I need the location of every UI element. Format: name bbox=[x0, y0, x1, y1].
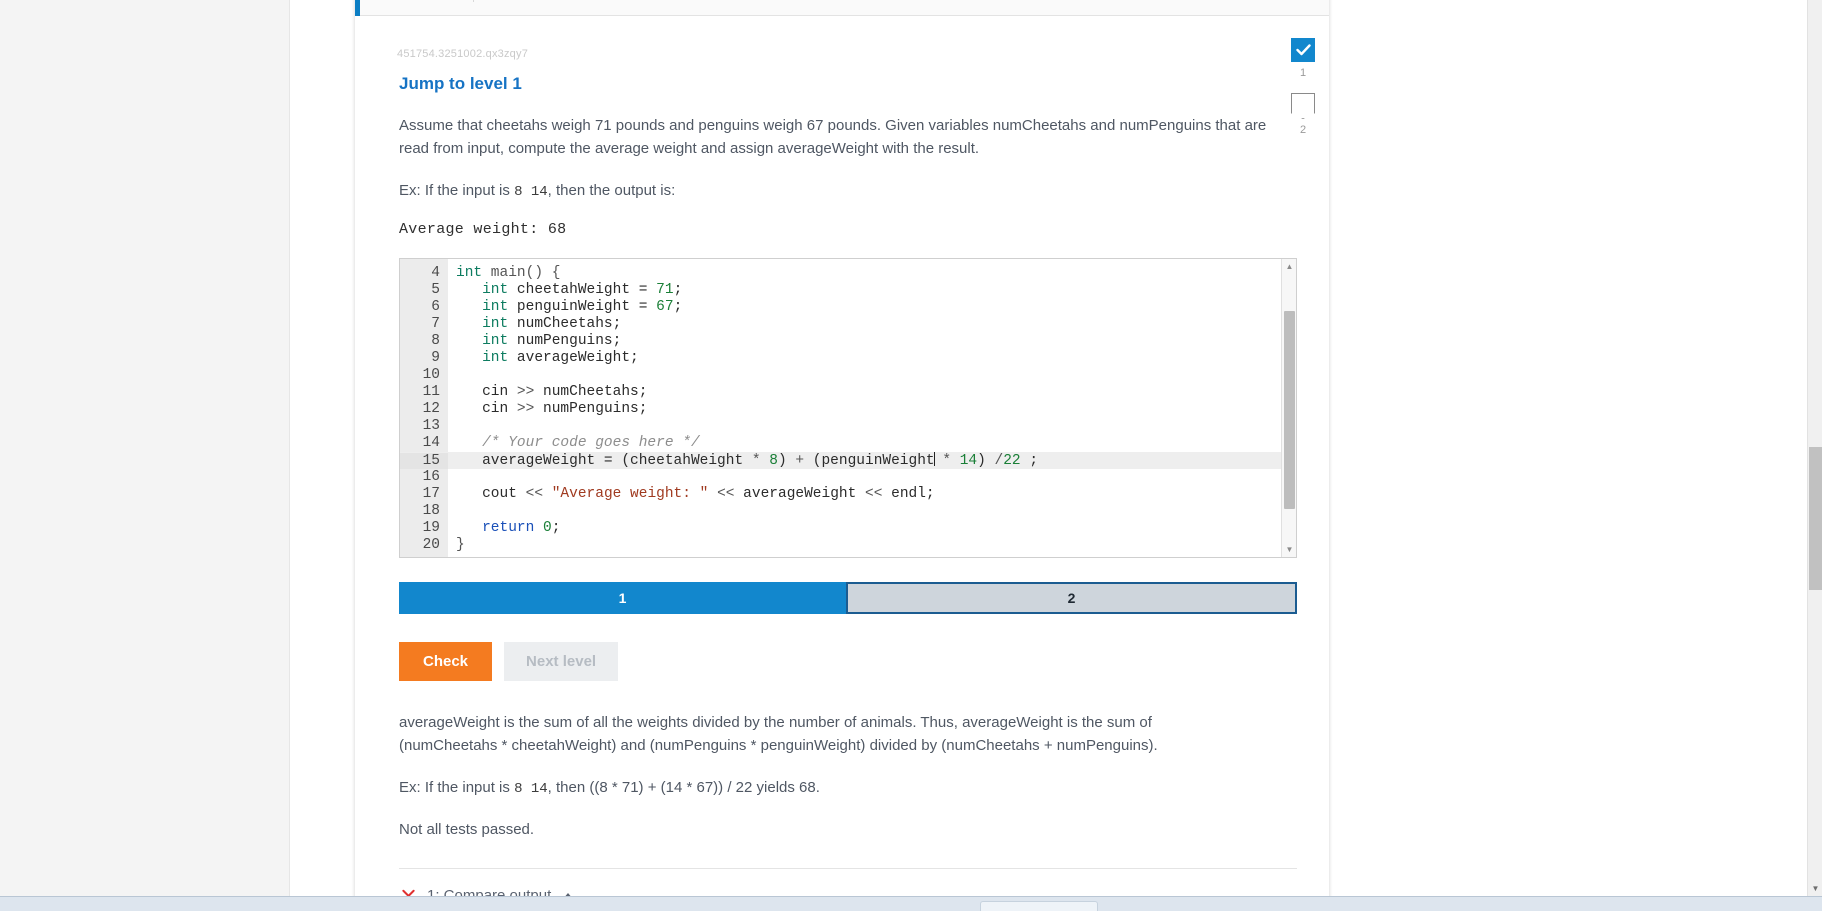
explanation-example: Ex: If the input is 8 14, then ((8 * 71)… bbox=[399, 776, 1199, 801]
editor-code-area[interactable]: 4 int main() {5 int cheetahWeight = 71; 6 … bbox=[400, 265, 1296, 555]
line-number: 15 bbox=[400, 453, 448, 471]
code-line[interactable]: 19 return 0; bbox=[400, 520, 1296, 538]
code-line-source: cin >> numPenguins; bbox=[456, 401, 648, 418]
level-tab-2[interactable]: 2 bbox=[846, 582, 1297, 615]
line-number: 18 bbox=[400, 503, 448, 521]
activity-card: ACTIVITY 2.3.2: Arithmetic expressions (… bbox=[355, 0, 1329, 911]
editor-scroll-down-icon[interactable]: ▼ bbox=[1282, 542, 1296, 557]
code-line[interactable]: 20} bbox=[400, 537, 1296, 555]
code-line-source: cin >> numCheetahs; bbox=[456, 384, 648, 401]
line-number: 9 bbox=[400, 350, 448, 368]
action-buttons: Check Next level bbox=[399, 642, 1297, 682]
code-line-source: } bbox=[456, 537, 465, 554]
explanation-example-input: 8 14 bbox=[514, 780, 548, 797]
header-divider bbox=[473, 0, 475, 2]
editor-scroll-up-icon[interactable]: ▲ bbox=[1282, 259, 1296, 274]
explanation-example-prefix: Ex: If the input is bbox=[399, 778, 515, 796]
activity-body: 451754.3251002.qx3zqy7 Jump to level 1 A… bbox=[355, 16, 1329, 911]
code-line-source: int cheetahWeight = 71; bbox=[482, 282, 683, 299]
line-number: 20 bbox=[400, 537, 448, 555]
code-line-source: averageWeight = (cheetahWeight * 8) + (p… bbox=[456, 452, 1039, 470]
line-number: 17 bbox=[400, 486, 448, 504]
progress-item-2: 2 bbox=[1283, 93, 1323, 136]
activity-id: 451754.3251002.qx3zqy7 bbox=[397, 48, 529, 60]
next-level-button: Next level bbox=[504, 642, 619, 682]
code-line-source: int main() { bbox=[456, 265, 561, 282]
line-number: 14 bbox=[400, 435, 448, 453]
progress-rail: 12 bbox=[1283, 38, 1323, 150]
left-side-panel bbox=[0, 0, 290, 896]
code-line[interactable]: 13 bbox=[400, 418, 1296, 436]
page-scrollbar[interactable]: ▼ bbox=[1807, 0, 1822, 896]
check-button[interactable]: Check bbox=[399, 642, 493, 682]
code-editor[interactable]: 4 int main() {5 int cheetahWeight = 71; 6 … bbox=[399, 258, 1297, 559]
line-number: 11 bbox=[400, 384, 448, 402]
jump-to-level-link[interactable]: Jump to level 1 bbox=[399, 74, 522, 94]
line-number: 12 bbox=[400, 401, 448, 419]
code-line-source: /* Your code goes here */ bbox=[482, 435, 700, 452]
code-line[interactable]: 16 bbox=[400, 469, 1296, 487]
code-line-source: int numPenguins; bbox=[482, 333, 622, 350]
code-line[interactable]: 11 cin >> numCheetahs; bbox=[400, 384, 1296, 402]
code-line[interactable]: 4 int main() { bbox=[400, 265, 1296, 283]
code-line-source: int averageWeight; bbox=[482, 350, 639, 367]
code-line-source: int numCheetahs; bbox=[482, 316, 622, 333]
prompt-paragraph: Assume that cheetahs weigh 71 pounds and… bbox=[399, 117, 1267, 158]
code-line[interactable]: 12 cin >> numPenguins; bbox=[400, 401, 1296, 419]
checkmark-icon[interactable] bbox=[1291, 38, 1315, 62]
line-number: 8 bbox=[400, 333, 448, 351]
bottom-tab-stub[interactable] bbox=[980, 901, 1098, 911]
example-paragraph: Ex: If the input is 8 14, then the outpu… bbox=[399, 179, 1289, 204]
line-number: 13 bbox=[400, 418, 448, 436]
line-number: 5 bbox=[400, 282, 448, 300]
level-tab-1[interactable]: 1 bbox=[399, 582, 846, 615]
page-scrollbar-thumb[interactable] bbox=[1809, 447, 1822, 590]
code-line-source: int penguinWeight = 67; bbox=[482, 299, 683, 316]
code-line[interactable]: 6 int penguinWeight = 67; bbox=[400, 299, 1296, 317]
code-line[interactable]: 15 averageWeight = (cheetahWeight * 8) +… bbox=[400, 452, 1296, 471]
header-accent-bar bbox=[355, 0, 360, 16]
left-panel-divider bbox=[289, 0, 290, 896]
level-tabs[interactable]: 12 bbox=[399, 582, 1297, 615]
code-line-source bbox=[448, 367, 456, 383]
bottom-system-bar bbox=[0, 896, 1822, 911]
code-line[interactable]: 7 int numCheetahs; bbox=[400, 316, 1296, 334]
example-prefix: Ex: If the input is bbox=[399, 181, 515, 199]
explanation-section: averageWeight is the sum of all the weig… bbox=[399, 711, 1199, 841]
code-line[interactable]: 5 int cheetahWeight = 71; bbox=[400, 282, 1296, 300]
code-line[interactable]: 9 int averageWeight; bbox=[400, 350, 1296, 368]
progress-item-number: 2 bbox=[1299, 124, 1307, 136]
editor-scrollbar-thumb[interactable] bbox=[1284, 311, 1295, 510]
code-line-source bbox=[448, 503, 456, 519]
example-suffix: , then the output is: bbox=[547, 181, 676, 199]
line-number: 16 bbox=[400, 469, 448, 487]
page-root: ACTIVITY 2.3.2: Arithmetic expressions (… bbox=[0, 0, 1822, 911]
code-line[interactable]: 10 bbox=[400, 367, 1296, 385]
example-input: 8 14 bbox=[514, 183, 548, 200]
code-line-source: cout << "Average weight: " << averageWei… bbox=[456, 486, 935, 503]
activity-header: ACTIVITY 2.3.2: Arithmetic expressions (… bbox=[355, 0, 1329, 16]
code-line[interactable]: 17 cout << "Average weight: " << average… bbox=[400, 486, 1296, 504]
explanation-example-suffix: , then ((8 * 71) + (14 * 67)) / 22 yield… bbox=[547, 778, 820, 796]
progress-item-number: 1 bbox=[1299, 67, 1307, 79]
line-number: 19 bbox=[400, 520, 448, 538]
code-line[interactable]: 14 /* Your code goes here */ bbox=[400, 435, 1296, 453]
results-divider bbox=[399, 867, 1297, 869]
code-line-source bbox=[448, 469, 456, 485]
expected-output: Average weight: 68 bbox=[399, 221, 567, 239]
editor-scrollbar[interactable]: ▲ ▼ bbox=[1281, 259, 1296, 558]
line-number: 10 bbox=[400, 367, 448, 385]
empty-badge-icon[interactable] bbox=[1291, 93, 1315, 119]
code-line-source bbox=[448, 418, 456, 434]
code-line[interactable]: 18 bbox=[400, 503, 1296, 521]
code-line-source: return 0; bbox=[482, 520, 561, 537]
line-number: 7 bbox=[400, 316, 448, 334]
tests-status-text: Not all tests passed. bbox=[399, 821, 535, 839]
explanation-paragraph: averageWeight is the sum of all the weig… bbox=[399, 714, 1158, 755]
progress-item-1: 1 bbox=[1283, 38, 1323, 79]
line-number: 6 bbox=[400, 299, 448, 317]
code-line[interactable]: 8 int numPenguins; bbox=[400, 333, 1296, 351]
page-scroll-down-icon[interactable]: ▼ bbox=[1808, 881, 1822, 896]
line-number: 4 bbox=[400, 265, 448, 283]
